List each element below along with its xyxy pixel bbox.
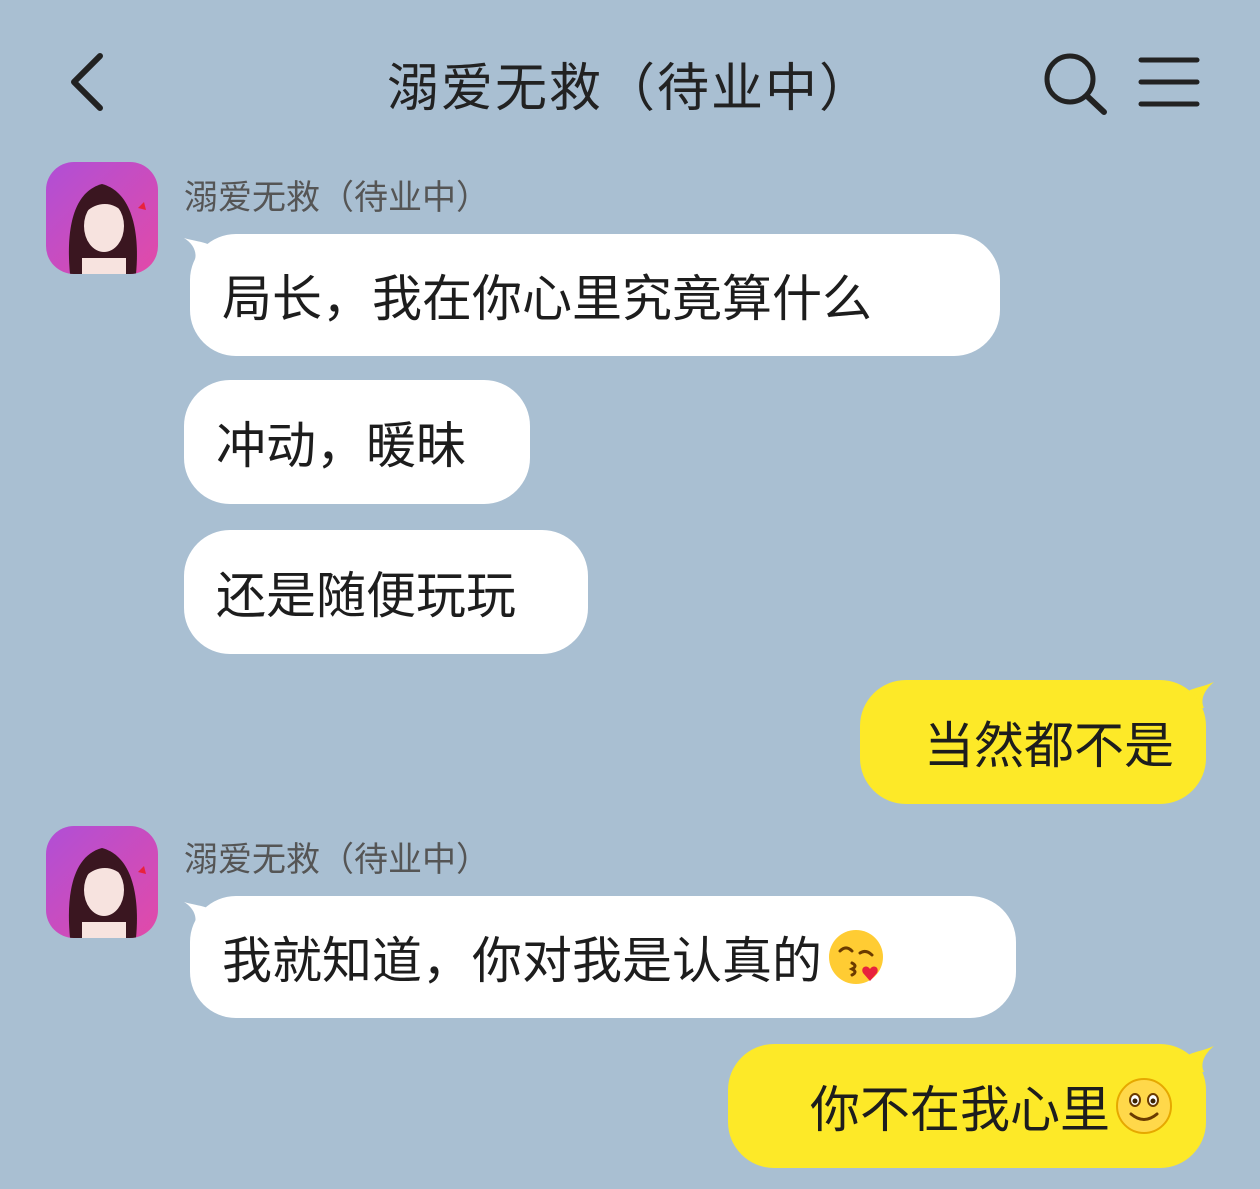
avatar[interactable] [46, 162, 158, 274]
search-button[interactable] [1040, 50, 1110, 116]
menu-icon [1138, 57, 1200, 107]
avatar[interactable] [46, 826, 158, 938]
search-icon [1044, 53, 1107, 115]
message-bubble[interactable]: 还是随便玩玩 [184, 530, 588, 654]
message-bubble[interactable]: 冲动，暖昧 [184, 380, 530, 504]
message-bubble[interactable]: 局长，我在你心里究竟算什么 [190, 234, 1000, 356]
message-bubble[interactable]: 你不在我心里 [728, 1044, 1206, 1168]
kissing-heart-emoji [829, 930, 883, 984]
smiley-emoji [1116, 1078, 1172, 1134]
chat-header: 溺爱无救（待业中） [0, 0, 1260, 150]
sender-name: 溺爱无救（待业中） [184, 840, 490, 880]
message-text: 你不在我心里 [810, 1081, 1110, 1139]
message-text: 局长，我在你心里究竟算什么 [222, 270, 872, 328]
sender-name: 溺爱无救（待业中） [184, 178, 490, 218]
message-bubble[interactable]: 我就知道，你对我是认真的 [190, 896, 1016, 1018]
message-text: 我就知道，你对我是认真的 [222, 932, 822, 990]
message-text: 当然都不是 [924, 717, 1174, 775]
message-text: 还是随便玩玩 [216, 567, 516, 625]
message-text: 冲动，暖昧 [216, 417, 466, 475]
message-bubble[interactable]: 当然都不是 [860, 680, 1206, 804]
menu-button[interactable] [1136, 52, 1202, 112]
